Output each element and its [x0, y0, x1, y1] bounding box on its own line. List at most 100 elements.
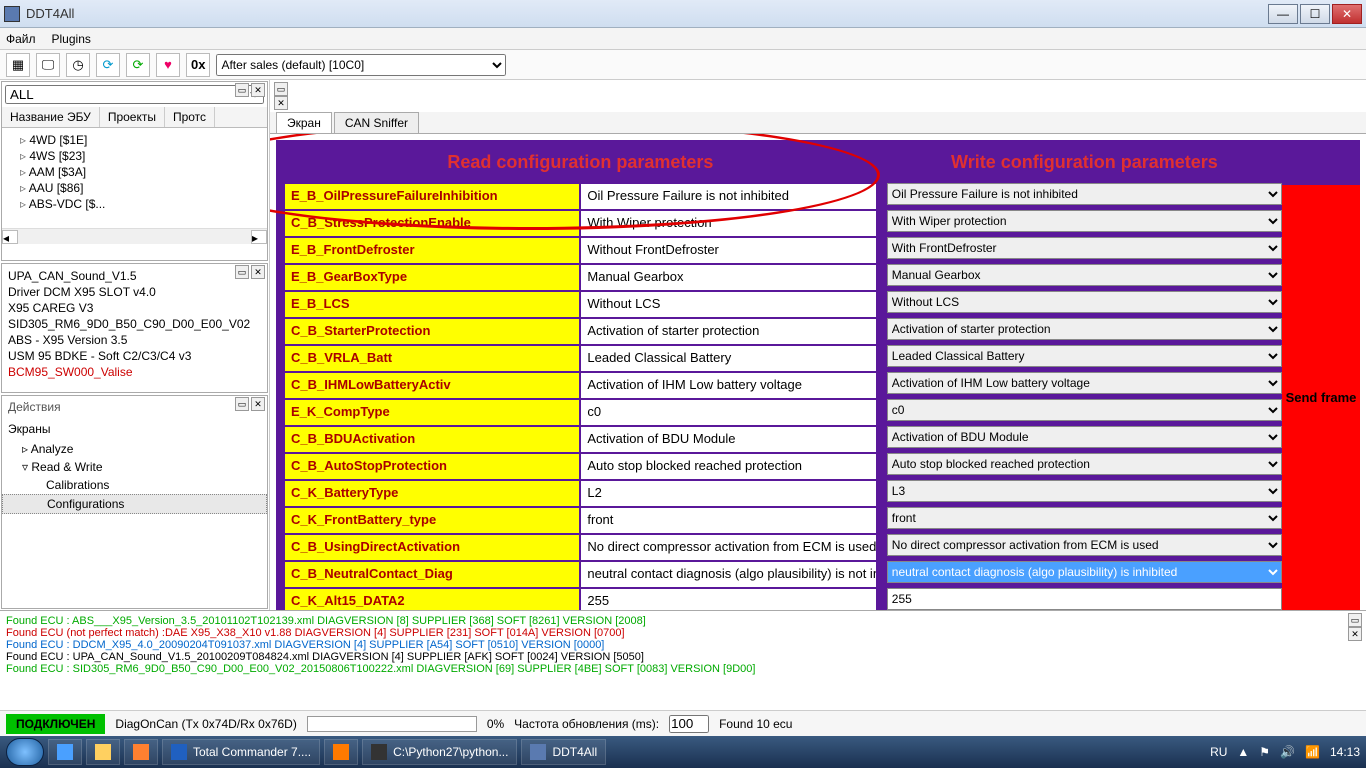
undock-icon[interactable]: ▭ [274, 82, 288, 96]
app-icon [4, 6, 20, 22]
monitor-icon[interactable]: 🖵 [36, 53, 60, 77]
tree-calibrations[interactable]: Calibrations [2, 476, 267, 494]
write-select[interactable]: Activation of IHM Low battery voltage [887, 372, 1282, 394]
close-panel-icon[interactable]: ✕ [1348, 627, 1362, 641]
write-select[interactable]: With FrontDefroster [887, 237, 1282, 259]
param-value: front [580, 507, 876, 534]
taskbar-app-1[interactable]: Total Commander 7.... [162, 739, 320, 765]
write-select[interactable]: front [887, 507, 1282, 529]
xml-list-item[interactable]: SID305_RM6_9D0_B50_C90_D00_E00_V02 [2, 316, 267, 332]
param-value: Manual Gearbox [580, 264, 876, 291]
write-select[interactable]: Auto stop blocked reached protection [887, 453, 1282, 475]
heart-icon[interactable]: ♥ [156, 53, 180, 77]
close-button[interactable]: ✕ [1332, 4, 1362, 24]
close-panel-icon[interactable]: ✕ [251, 397, 265, 411]
ecu-tree-item[interactable]: 4WS [$23] [8, 148, 261, 164]
xml-list-item[interactable]: ABS - X95 Version 3.5 [2, 332, 267, 348]
ecu-tree-item[interactable]: AAU [$86] [8, 180, 261, 196]
tray-lang[interactable]: RU [1210, 745, 1227, 759]
hex-button[interactable]: 0x [186, 53, 210, 77]
write-select[interactable]: L3 [887, 480, 1282, 502]
tab-projects[interactable]: Проекты [100, 107, 165, 127]
read-header: Read configuration parameters [284, 148, 877, 183]
tab-ecu-name[interactable]: Название ЭБУ [2, 107, 100, 127]
write-select[interactable]: Activation of BDU Module [887, 426, 1282, 448]
h-scrollbar[interactable]: ◂▸ [2, 228, 267, 244]
close-panel-icon[interactable]: ✕ [251, 265, 265, 279]
xml-list-item[interactable]: Driver DCM X95 SLOT v4.0 [2, 284, 267, 300]
undock-icon[interactable]: ▭ [235, 83, 249, 97]
session-select[interactable]: After sales (default) [10C0] [216, 54, 506, 76]
refresh-freq-input[interactable] [669, 715, 709, 733]
undock-icon[interactable]: ▭ [235, 265, 249, 279]
taskbar-ie[interactable] [48, 739, 82, 765]
ecu-tree[interactable]: 4WD [$1E]4WS [$23]AAM [$3A]AAU [$86]ABS-… [2, 128, 267, 228]
tab-screen[interactable]: Экран [276, 112, 332, 133]
write-select[interactable]: Leaded Classical Battery [887, 345, 1282, 367]
tray-volume-icon[interactable]: 🔊 [1280, 745, 1295, 759]
log-line: Found ECU : UPA_CAN_Sound_V1.5_20100209T… [6, 651, 1360, 663]
minimize-button[interactable]: — [1268, 4, 1298, 24]
sync-icon[interactable]: ⟳ [126, 53, 150, 77]
param-name: C_B_BDUActivation [284, 426, 580, 453]
taskbar-explorer[interactable] [86, 739, 120, 765]
tab-proto[interactable]: Протс [165, 107, 215, 127]
tray-action-center-icon[interactable]: ⚑ [1259, 745, 1270, 759]
close-panel-icon[interactable]: ✕ [274, 96, 288, 110]
param-value: Activation of starter protection [580, 318, 876, 345]
write-select[interactable]: Manual Gearbox [887, 264, 1282, 286]
write-select[interactable]: Activation of starter protection [887, 318, 1282, 340]
send-frame-button[interactable]: Send frame [1282, 185, 1360, 610]
refresh-icon[interactable]: ⟳ [96, 53, 120, 77]
undock-icon[interactable]: ▭ [235, 397, 249, 411]
write-select[interactable]: c0 [887, 399, 1282, 421]
write-select[interactable]: Oil Pressure Failure is not inhibited [887, 183, 1282, 205]
xml-list[interactable]: UPA_CAN_Sound_V1.5Driver DCM X95 SLOT v4… [2, 264, 267, 380]
read-row: C_B_NeutralContact_Diagneutral contact d… [284, 561, 877, 588]
write-row: Manual Gearbox [887, 264, 1282, 291]
undock-icon[interactable]: ▭ [1348, 613, 1362, 627]
xml-list-item[interactable]: BCM95_SW000_Valise [2, 364, 267, 380]
write-select[interactable]: With Wiper protection [887, 210, 1282, 232]
found-ecu-label: Found 10 ecu [719, 717, 792, 731]
param-name: C_B_StressProtectionEnable [284, 210, 580, 237]
taskbar-app-3[interactable]: DDT4All [521, 739, 606, 765]
ecu-tree-item[interactable]: 4WD [$1E] [8, 132, 261, 148]
read-row: C_B_BDUActivationActivation of BDU Modul… [284, 426, 877, 453]
tray-network-icon[interactable]: 📶 [1305, 745, 1320, 759]
interface-label: DiagOnCan (Tx 0x74D/Rx 0x76D) [115, 717, 296, 731]
log-line: Found ECU (not perfect match) :DAE X95_X… [6, 627, 1360, 639]
tab-can-sniffer[interactable]: CAN Sniffer [334, 112, 419, 133]
ecu-tree-item[interactable]: ABS-VDC [$... [8, 196, 261, 212]
menu-plugins[interactable]: Plugins [52, 32, 91, 46]
param-name: E_B_OilPressureFailureInhibition [284, 183, 580, 210]
tray-flag-icon[interactable]: ▲ [1237, 745, 1249, 759]
write-select[interactable]: No direct compressor activation from ECM… [887, 534, 1282, 556]
maximize-button[interactable]: ☐ [1300, 4, 1330, 24]
read-row: C_B_VRLA_BattLeaded Classical Battery [284, 345, 877, 372]
ecu-tree-item[interactable]: AAM [$3A] [8, 164, 261, 180]
gauge-icon[interactable]: ◷ [66, 53, 90, 77]
xml-list-item[interactable]: X95 CAREG V3 [2, 300, 267, 316]
taskbar-firefox[interactable] [324, 739, 358, 765]
tree-analyze[interactable]: ▹ Analyze [2, 440, 267, 458]
tray-clock[interactable]: 14:13 [1330, 745, 1360, 759]
read-row: E_B_GearBoxTypeManual Gearbox [284, 264, 877, 291]
tree-readwrite[interactable]: ▿ Read & Write [2, 458, 267, 476]
xml-list-item[interactable]: UPA_CAN_Sound_V1.5 [2, 268, 267, 284]
tree-configurations[interactable]: Configurations [2, 494, 267, 514]
start-button[interactable] [6, 738, 44, 766]
menu-file[interactable]: Файл [6, 32, 36, 46]
qr-icon[interactable]: ▦ [6, 53, 30, 77]
write-select[interactable]: Without LCS [887, 291, 1282, 313]
write-row: neutral contact diagnosis (algo plausibi… [887, 561, 1282, 588]
taskbar-media[interactable] [124, 739, 158, 765]
taskbar-app-2[interactable]: C:\Python27\python... [362, 739, 517, 765]
xml-list-item[interactable]: USM 95 BDKE - Soft C2/C3/C4 v3 [2, 348, 267, 364]
write-row: Activation of IHM Low battery voltage [887, 372, 1282, 399]
close-panel-icon[interactable]: ✕ [251, 83, 265, 97]
read-row: E_B_OilPressureFailureInhibitionOil Pres… [284, 183, 877, 210]
write-select[interactable]: neutral contact diagnosis (algo plausibi… [887, 561, 1282, 583]
write-input[interactable] [887, 588, 1282, 610]
filter-select[interactable]: ALL [5, 85, 264, 104]
